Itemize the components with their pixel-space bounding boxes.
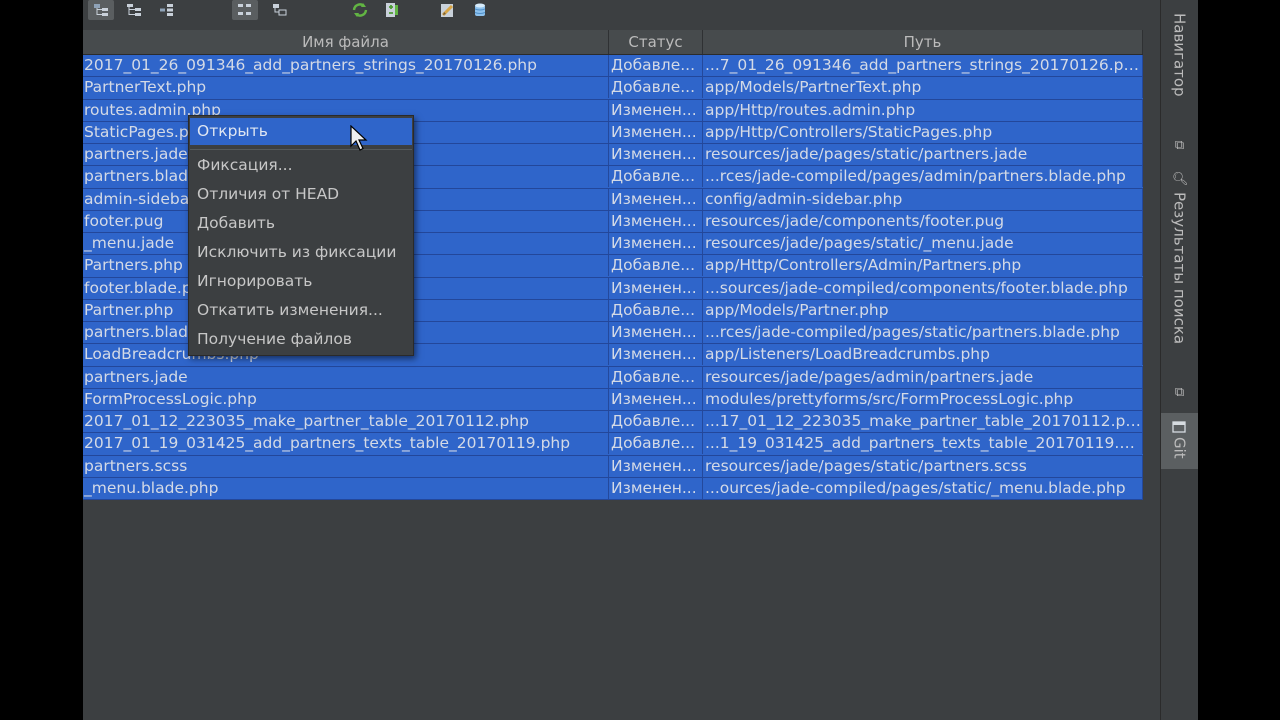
menu-item-diff-head[interactable]: Отличия от HEAD [190, 181, 412, 208]
path-cell: ...7_01_26_091346_add_partners_strings_2… [705, 55, 1143, 76]
table-row[interactable]: partners.scss Изменен... resources/jade/pa… [83, 455, 1143, 478]
group-by-directory-icon[interactable] [88, 0, 114, 20]
diff-icon[interactable] [379, 0, 405, 20]
status-cell: Изменен... [609, 99, 703, 121]
right-tool-window-strip: Навигатор ⧉ 🔍︎ Результаты поиска ⧉ Git [1160, 0, 1198, 720]
edit-source-icon[interactable] [435, 0, 461, 20]
path-cell: app/Listeners/LoadBreadcrumbs.php [703, 344, 1143, 366]
tab-search-results-label: Результаты поиска [1170, 192, 1189, 345]
version-control-window: Имя файла Статус Путь 2017_01_26_091346_… [83, 0, 1198, 720]
menu-item-commit[interactable]: Фиксация... [190, 152, 412, 179]
tab-git-label: Git [1170, 437, 1189, 459]
table-row[interactable]: 2017_01_26_091346_add_partners_strings_2… [83, 55, 1143, 78]
path-cell: app/Http/Controllers/StaticPages.php [703, 121, 1143, 143]
status-cell: Добавле... [609, 411, 703, 432]
tab-navigator-label: Навигатор [1170, 13, 1189, 97]
menu-item-revert[interactable]: Откатить изменения... [190, 297, 412, 324]
table-row[interactable]: FormProcessLogic.php Изменен... modules/pr… [83, 388, 1143, 411]
table-row[interactable]: 2017_01_12_223035_make_partner_table_201… [83, 411, 1143, 434]
menu-item-fetch-files[interactable]: Получение файлов [190, 326, 412, 353]
path-cell: app/Models/Partner.php [703, 299, 1143, 321]
mouse-cursor-icon [350, 125, 368, 151]
status-cell: Изменен... [609, 388, 703, 410]
tab-search-results[interactable]: 🔍︎ Результаты поиска [1161, 168, 1198, 358]
path-cell: resources/jade/pages/static/partners.jad… [703, 144, 1143, 165]
path-cell: ...rces/jade-compiled/pages/admin/partne… [703, 166, 1143, 188]
status-cell: Изменен... [609, 188, 703, 210]
table-row[interactable]: 2017_01_19_031425_add_partners_texts_tab… [83, 433, 1143, 456]
tab-git[interactable]: Git [1161, 413, 1198, 469]
status-cell: Изменен... [609, 233, 703, 254]
status-cell: Добавле... [609, 166, 703, 188]
menu-item-exclude-from-commit[interactable]: Исключить из фиксации [190, 239, 412, 266]
menu-item-ignore[interactable]: Игнорировать [190, 268, 412, 295]
table-row[interactable]: _menu.blade.php Изменен... ...ources/jade-… [83, 477, 1143, 500]
path-cell: config/admin-sidebar.php [703, 188, 1143, 210]
status-cell: Изменен... [609, 344, 703, 366]
file-name-cell: 2017_01_19_031425_add_partners_texts_tab… [83, 433, 609, 455]
pin-icon[interactable]: ⧉ [1161, 380, 1198, 404]
status-cell: Изменен... [609, 322, 703, 343]
status-cell: Добавле... [609, 55, 703, 76]
path-cell: ...rces/jade-compiled/pages/static/partn… [703, 322, 1143, 343]
path-cell: resources/jade/components/footer.pug [703, 210, 1143, 232]
column-header-path[interactable]: Путь [703, 30, 1143, 54]
show-tree-icon[interactable] [267, 0, 293, 20]
pin-icon[interactable]: ⧉ [1161, 133, 1198, 157]
table-row[interactable]: partners.jade Добавле... resources/jade/pa… [83, 366, 1143, 389]
path-cell: app/Http/Controllers/Admin/Partners.php [703, 255, 1143, 277]
collapse-all-icon[interactable] [153, 0, 179, 20]
refresh-icon[interactable] [347, 0, 373, 20]
file-name-cell: partners.jade [83, 366, 609, 388]
file-name-cell: 2017_01_12_223035_make_partner_table_201… [83, 411, 609, 432]
status-cell: Изменен... [609, 277, 703, 299]
path-cell: ...1_19_031425_add_partners_texts_table_… [705, 433, 1143, 455]
status-cell: Изменен... [609, 210, 703, 232]
status-cell: Добавле... [609, 433, 703, 455]
left-letterbox [0, 0, 83, 720]
path-cell: resources/jade/pages/static/_menu.jade [703, 233, 1143, 254]
path-cell: resources/jade/pages/admin/partners.jade [703, 366, 1143, 388]
path-cell: ...ources/jade-compiled/pages/static/_me… [703, 477, 1143, 499]
database-icon[interactable] [467, 0, 493, 20]
show-flat-icon[interactable] [232, 0, 258, 20]
status-cell: Изменен... [609, 477, 703, 499]
path-cell: resources/jade/pages/static/partners.scs… [703, 455, 1143, 477]
status-cell: Изменен... [609, 144, 703, 165]
status-cell: Добавле... [609, 255, 703, 277]
table-header: Имя файла Статус Путь [83, 30, 1143, 55]
git-icon [1172, 418, 1186, 437]
expand-all-icon[interactable] [121, 0, 147, 20]
file-name-cell: PartnerText.php [83, 77, 609, 99]
path-cell: app/Models/PartnerText.php [703, 77, 1143, 99]
changes-toolbar [83, 0, 1160, 30]
column-header-status[interactable]: Статус [609, 30, 703, 54]
path-cell: app/Http/routes.admin.php [703, 99, 1143, 121]
status-cell: Добавле... [609, 299, 703, 321]
table-row[interactable]: PartnerText.php Добавле... app/Models/Part… [83, 77, 1143, 100]
status-cell: Добавле... [609, 366, 703, 388]
menu-item-open[interactable]: Открыть [190, 118, 412, 145]
search-icon: 🔍︎ [1172, 172, 1189, 187]
context-menu: Открыть Фиксация... Отличия от HEAD Доба… [188, 115, 414, 356]
file-name-cell: partners.scss [83, 455, 609, 477]
menu-item-add[interactable]: Добавить [190, 210, 412, 237]
file-name-cell: _menu.blade.php [83, 477, 609, 499]
menu-separator [190, 149, 412, 150]
status-cell: Изменен... [609, 455, 703, 477]
path-cell: ...17_01_12_223035_make_partner_table_20… [705, 411, 1143, 432]
tab-navigator[interactable]: Навигатор [1161, 0, 1198, 110]
right-letterbox [1198, 0, 1280, 720]
status-cell: Добавле... [609, 77, 703, 99]
path-cell: ...sources/jade-compiled/components/foot… [703, 277, 1143, 299]
path-cell: modules/prettyforms/src/FormProcessLogic… [703, 388, 1143, 410]
column-header-file-name[interactable]: Имя файла [83, 30, 609, 54]
status-cell: Изменен... [609, 121, 703, 143]
file-name-cell: FormProcessLogic.php [83, 388, 609, 410]
file-name-cell: 2017_01_26_091346_add_partners_strings_2… [83, 55, 609, 76]
